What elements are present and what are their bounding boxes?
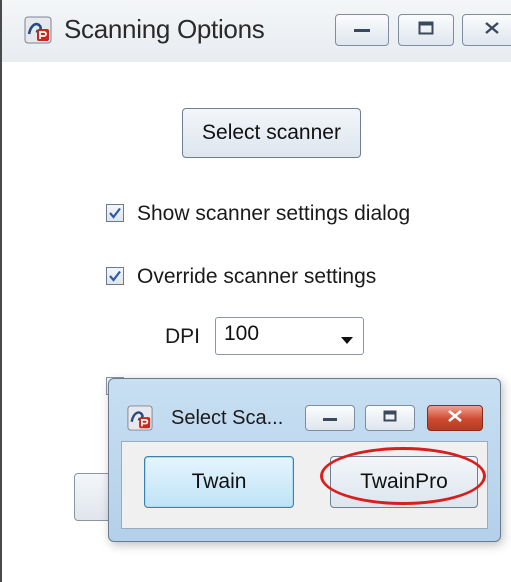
window-title: Scanning Options bbox=[64, 14, 265, 44]
dialog-title: Select Sca... bbox=[171, 407, 284, 429]
checkmark-icon bbox=[109, 270, 121, 282]
minimize-icon bbox=[353, 21, 371, 39]
close-icon bbox=[447, 409, 463, 428]
dpi-value: 100 bbox=[224, 322, 260, 345]
checkmark-icon bbox=[109, 207, 121, 219]
minimize-button[interactable] bbox=[335, 14, 389, 46]
override-settings-label: Override scanner settings bbox=[137, 265, 377, 288]
close-button[interactable] bbox=[462, 14, 511, 46]
minimize-icon bbox=[322, 409, 338, 427]
dialog-close-button[interactable] bbox=[427, 405, 483, 431]
show-dialog-label: Show scanner settings dialog bbox=[137, 202, 411, 225]
select-scanner-dialog: Select Sca... Twain TwainPro bbox=[108, 378, 501, 542]
show-dialog-checkbox[interactable] bbox=[106, 204, 124, 222]
close-icon bbox=[484, 21, 500, 40]
twain-button[interactable]: Twain bbox=[144, 456, 294, 508]
maximize-icon bbox=[418, 21, 434, 40]
dpi-label: DPI bbox=[165, 325, 201, 348]
dialog-maximize-button[interactable] bbox=[365, 405, 415, 431]
dpi-select[interactable]: 100 bbox=[215, 317, 364, 355]
chevron-down-icon bbox=[341, 332, 353, 350]
select-scanner-button[interactable]: Select scanner bbox=[182, 108, 361, 158]
maximize-icon bbox=[383, 409, 397, 427]
override-settings-checkbox[interactable] bbox=[106, 267, 124, 285]
dialog-client-area: Twain TwainPro bbox=[121, 441, 488, 529]
twainpro-button[interactable]: TwainPro bbox=[330, 456, 478, 508]
dialog-minimize-button[interactable] bbox=[305, 405, 355, 431]
app-icon bbox=[24, 16, 52, 44]
maximize-button[interactable] bbox=[398, 14, 454, 46]
title-bar[interactable]: Scanning Options bbox=[2, 0, 511, 62]
dialog-app-icon bbox=[127, 405, 153, 431]
